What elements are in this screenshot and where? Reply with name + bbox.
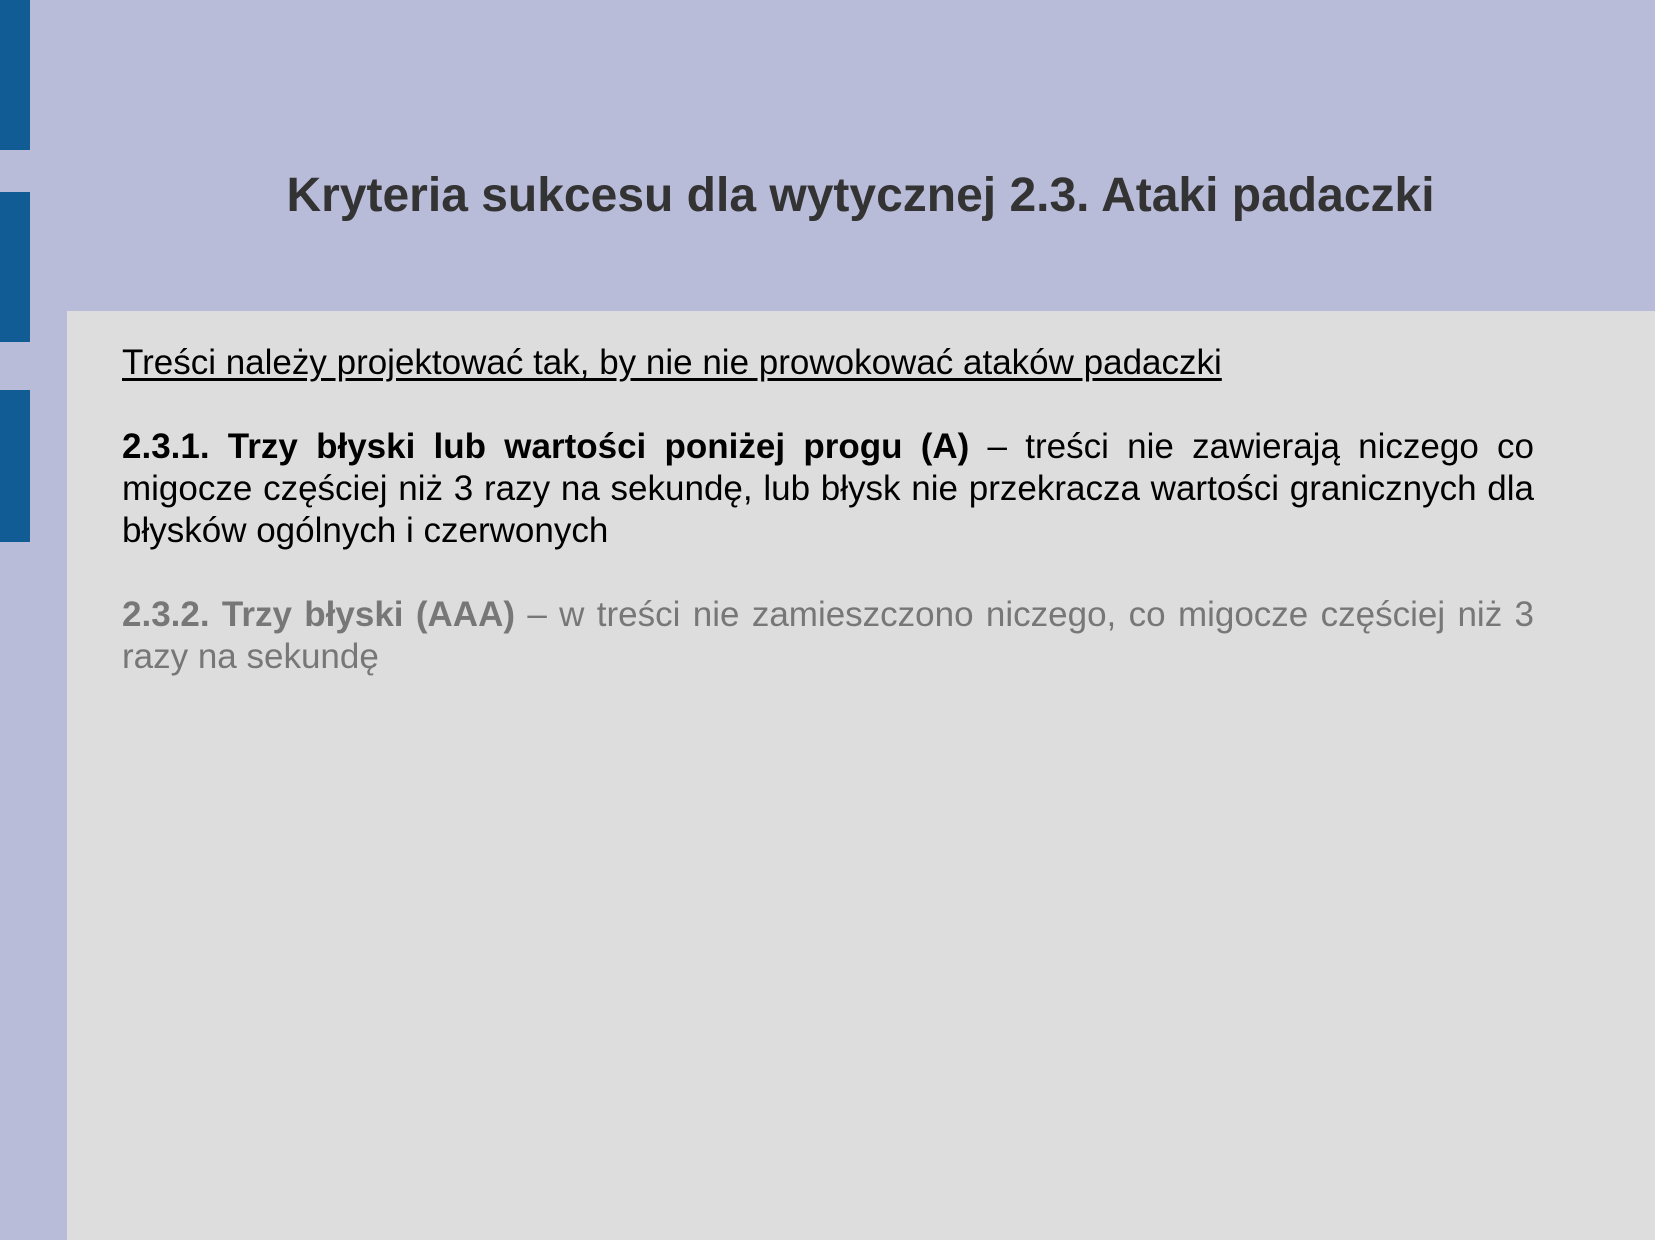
accent-bar-bottom xyxy=(0,390,30,542)
slide-content: Treści należy projektować tak, by nie ni… xyxy=(122,342,1534,678)
criterion-2-3-1: 2.3.1. Trzy błyski lub wartości poniżej … xyxy=(122,426,1534,552)
accent-bar-middle xyxy=(0,192,30,342)
slide-title: Kryteria sukcesu dla wytycznej 2.3. Atak… xyxy=(286,169,1435,222)
accent-bar-top xyxy=(0,0,30,150)
intro-text: Treści należy projektować tak, by nie ni… xyxy=(122,343,1222,382)
criterion-label: 2.3.1. Trzy błyski lub wartości poniżej … xyxy=(122,427,970,466)
criterion-label: 2.3.2. Trzy błyski (AAA) xyxy=(122,595,516,634)
criterion-2-3-2: 2.3.2. Trzy błyski (AAA) – w treści nie … xyxy=(122,594,1534,678)
